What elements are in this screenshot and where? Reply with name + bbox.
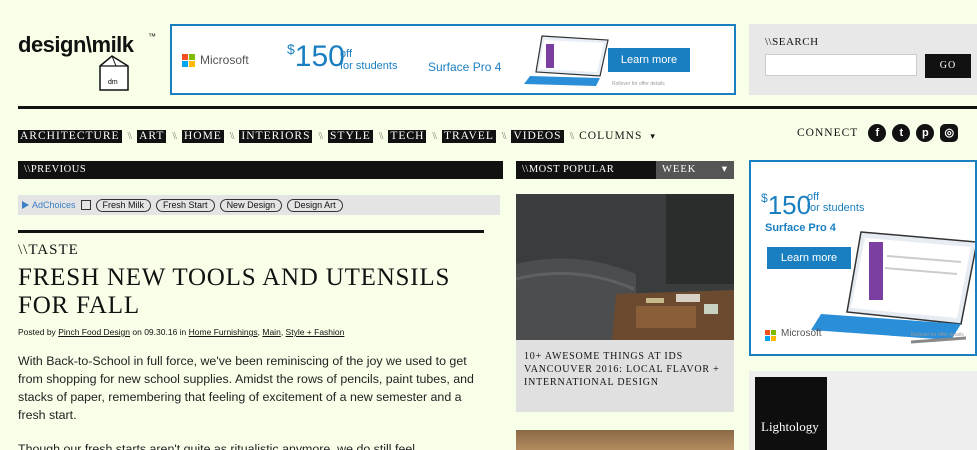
adchoices-row: AdChoices Fresh Milk Fresh Start New Des… [18,195,500,215]
facebook-icon[interactable]: f [868,124,887,142]
microsoft-logo-icon [765,330,777,342]
nav-item-interiors[interactable]: INTERIORS [239,129,313,143]
milk-carton-icon: dm [99,55,129,91]
connect-bar: CONNECT f t p ◎ [797,124,959,142]
adchoices-link[interactable]: AdChoices [22,200,76,210]
ad-pill-fresh-milk[interactable]: Fresh Milk [95,198,152,212]
main-nav: ARCHITECTURE \\ ART \\ HOME \\ INTERIORS… [18,128,656,144]
instagram-icon[interactable]: ◎ [940,124,959,142]
article-paragraph: With Back-to-School in full force, we've… [18,354,474,422]
chevron-down-icon: ▾ [721,164,728,175]
most-popular-header: \\MOST POPULAR WEEK ▾ [516,161,734,179]
side-ad[interactable]: $150 off for students Surface Pro 4 Learn… [749,160,977,356]
ad-brand: Microsoft [200,53,249,67]
microsoft-logo-icon [182,54,196,68]
ad-fine-print: Rollover for offer details [612,81,665,87]
article-title: FRESH NEW TOOLS AND UTENSILS FOR FALL [18,264,451,319]
lightology-logo [755,377,827,450]
popular-item-image[interactable] [516,430,734,450]
search-box: \\SEARCH GO [749,24,977,95]
ad-learn-more-button[interactable]: Learn more [767,247,851,269]
surface-laptop-icon [524,35,609,86]
search-go-button[interactable]: GO [925,54,971,78]
ad-pill-design-art[interactable]: Design Art [287,198,343,212]
nav-separator: \\ [501,130,506,142]
article-paragraph: Though our fresh starts aren't quite as … [18,442,415,450]
tag-link-main[interactable]: Main [262,327,280,337]
ad-brand: Microsoft [781,328,822,339]
header-divider [18,106,977,109]
search-label: \\SEARCH [765,36,819,48]
popular-item[interactable]: 10+ AWESOME THINGS AT IDS VANCOUVER 2016… [516,194,734,412]
ad-product: Surface Pro 4 [765,222,836,234]
lightology-name: Lightology [761,419,819,434]
connect-label: CONNECT [797,127,859,139]
nav-item-columns[interactable]: COLUMNS [579,130,642,142]
external-link-icon[interactable] [80,200,91,210]
search-input[interactable] [765,54,917,76]
nav-separator: \\ [378,130,383,142]
ad-offer: off for students [340,48,398,72]
popular-item-caption[interactable]: 10+ AWESOME THINGS AT IDS VANCOUVER 2016… [524,350,724,389]
lightology-ad[interactable]: Lightology [749,371,977,450]
period-dropdown[interactable]: WEEK ▾ [656,161,734,179]
nav-item-travel[interactable]: TRAVEL [441,129,496,143]
nav-item-art[interactable]: ART [137,129,167,143]
ad-pill-fresh-start[interactable]: Fresh Start [156,198,215,212]
nav-item-style[interactable]: STYLE [328,129,373,143]
nav-separator: \\ [432,130,436,142]
most-popular-label: \\MOST POPULAR [516,161,656,179]
author-link[interactable]: Pinch Food Design [58,327,130,337]
adchoices-icon [22,201,29,209]
nav-item-home[interactable]: HOME [181,129,224,143]
tag-link-home-furnishings[interactable]: Home Furnishings [189,327,258,337]
previous-link[interactable]: \\PREVIOUS [18,161,503,179]
pinterest-icon[interactable]: p [916,124,935,142]
nav-item-videos[interactable]: VIDEOS [511,129,564,143]
nav-separator: \\ [172,130,176,142]
popular-item-image [516,194,734,340]
nav-item-tech[interactable]: TECH [388,129,427,143]
article-category[interactable]: \\TASTE [18,242,79,259]
ad-price: $150 [287,40,345,73]
logo-badge: dm [108,79,118,86]
article-divider [18,230,484,233]
ad-offer: off for students [807,191,865,214]
nav-separator: \\ [229,130,234,142]
tag-link-style-fashion[interactable]: Style + Fashion [286,327,345,337]
twitter-icon[interactable]: t [892,124,911,142]
article-byline: Posted by Pinch Food Design on 09.30.16 … [18,327,345,337]
nav-separator: \\ [569,130,574,142]
banner-ad[interactable]: Microsoft $150 off for students Surface P… [170,24,736,95]
nav-separator: \\ [127,130,132,142]
designmilk-logo[interactable]: design\milk ™ dm [18,26,163,96]
logo-trademark: ™ [148,32,156,41]
nav-separator: \\ [318,130,323,142]
nav-item-architecture[interactable]: ARCHITECTURE [18,129,122,143]
ad-fine-print: Rollover for offer details [911,332,964,338]
ad-product: Surface Pro 4 [428,60,502,74]
ad-learn-more-button[interactable]: Learn more [608,48,690,72]
chevron-down-icon[interactable]: ▾ [650,131,656,142]
ad-price: $150 [761,190,812,220]
ad-pill-new-design[interactable]: New Design [219,198,283,212]
